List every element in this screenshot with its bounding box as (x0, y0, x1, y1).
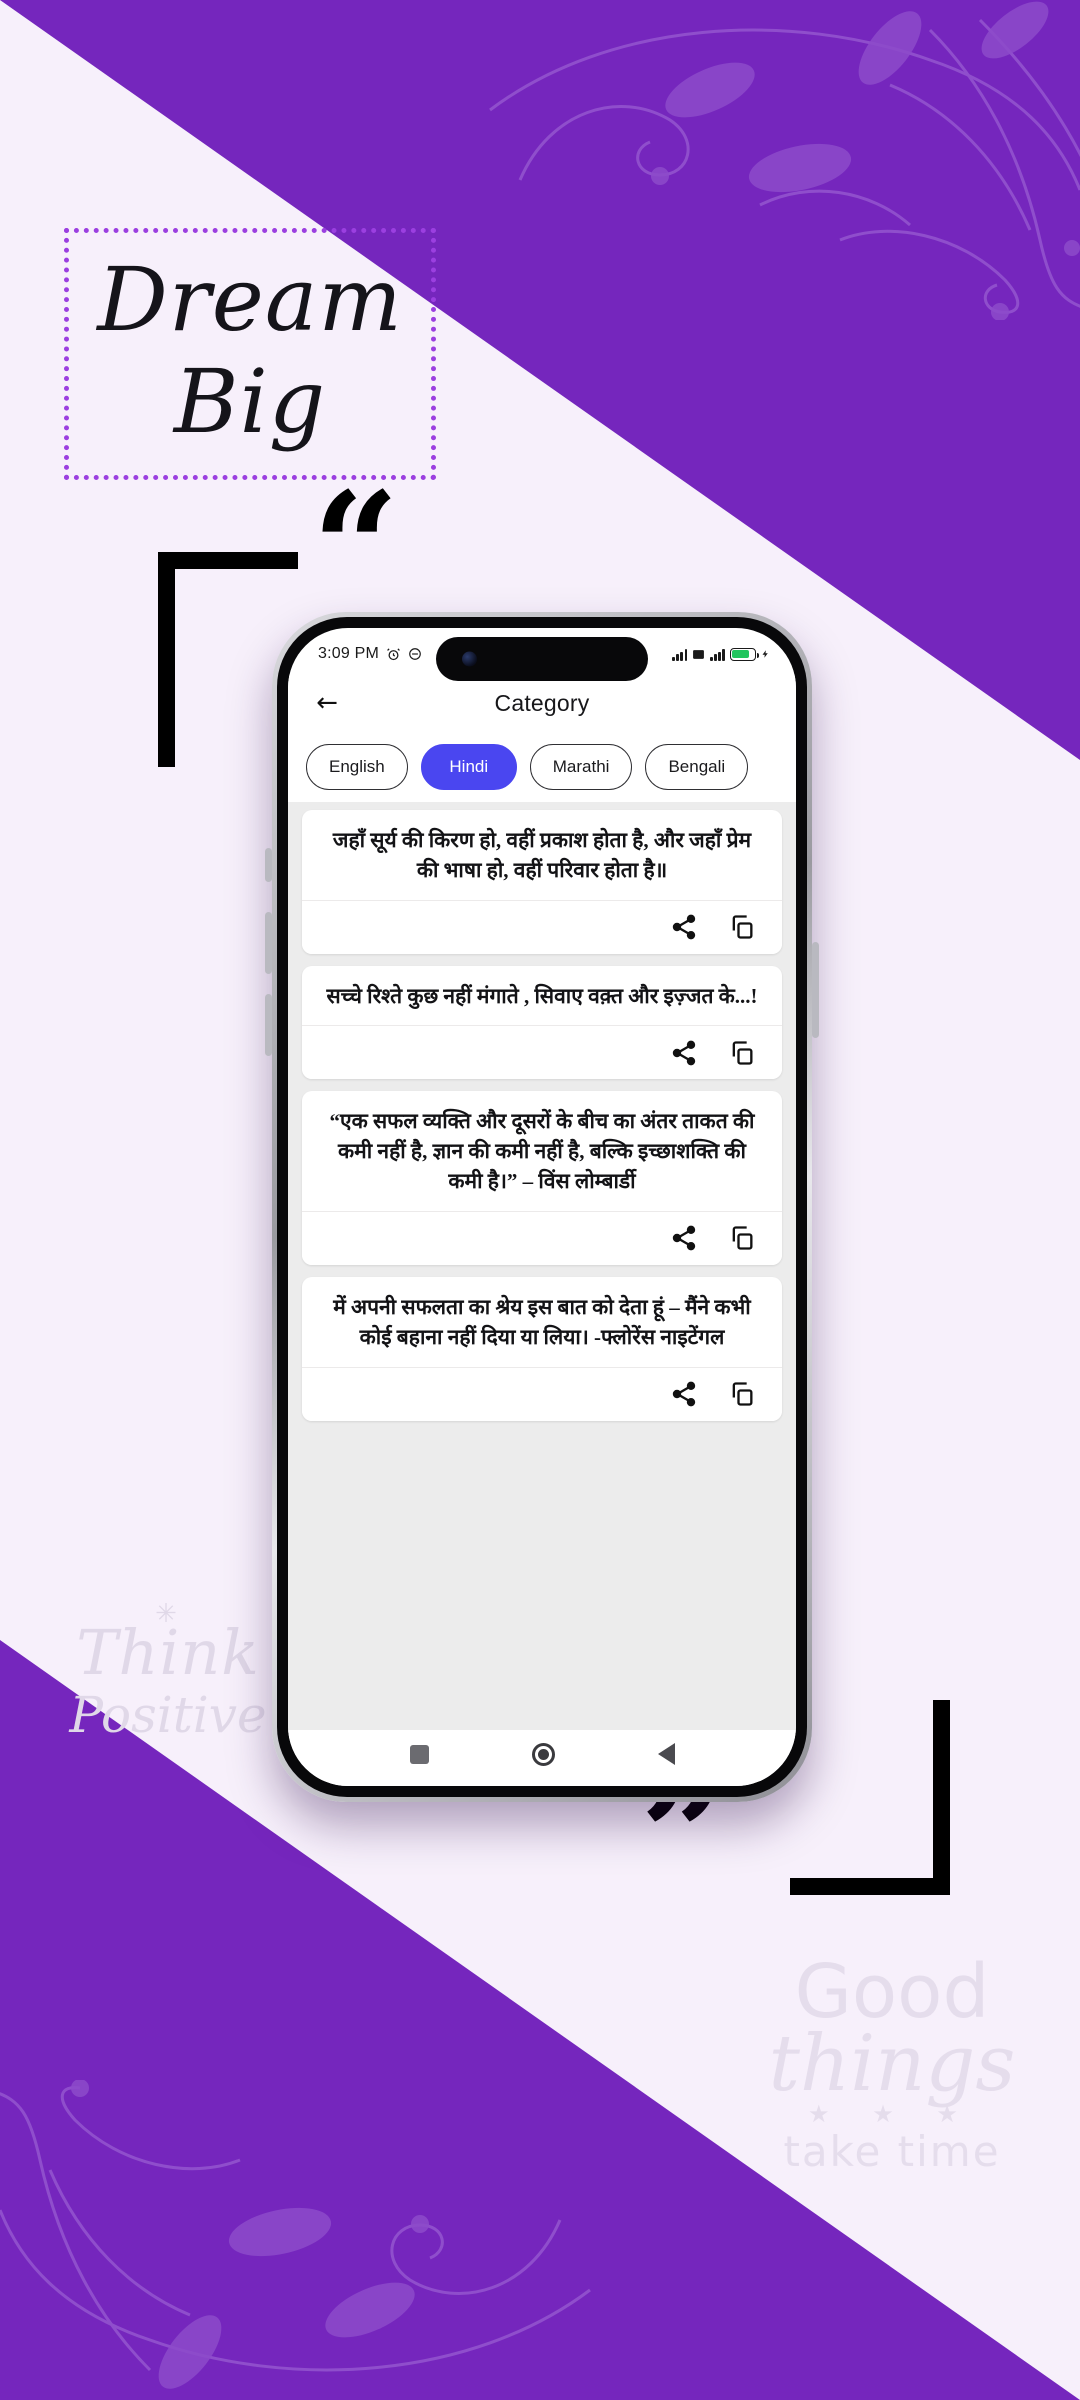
back-triangle-icon[interactable] (657, 1743, 675, 1765)
tab-hindi[interactable]: Hindi (420, 744, 517, 790)
status-bar-left: 3:09 PM (318, 645, 422, 663)
phone-volume-up-button[interactable] (265, 912, 272, 974)
quote-mark-open: “ (312, 458, 400, 637)
quote-text: में अपनी सफलता का श्रेय इस बात को देता ह… (333, 1294, 751, 1349)
share-icon[interactable] (670, 1039, 698, 1067)
headline-line-1: Dream (97, 247, 403, 351)
status-bar-right (672, 647, 770, 661)
phone-bezel: 3:09 PM ← Category English Hindi Marathi… (277, 617, 807, 1797)
copy-icon[interactable] (728, 1224, 756, 1252)
copy-icon[interactable] (728, 1380, 756, 1408)
quote-card: सच्चे रिश्ते कुछ नहीं मंगाते , सिवाए वक़… (302, 965, 782, 1080)
quote-text: जहाँ सूर्य की किरण हो, वहीं प्रकाश होता … (332, 828, 752, 882)
back-arrow-icon[interactable]: ← (310, 686, 344, 720)
quote-mark-close: ” (640, 1746, 728, 1925)
quote-card: जहाँ सूर्य की किरण हो, वहीं प्रकाश होता … (302, 810, 782, 954)
phone-screen: 3:09 PM ← Category English Hindi Marathi… (288, 628, 796, 1786)
tab-english[interactable]: English (306, 744, 408, 790)
watermark-rays: ✳ (155, 1598, 181, 1628)
recents-square-icon[interactable] (409, 1744, 429, 1764)
headline-line-2: Big (173, 350, 327, 453)
copy-icon[interactable] (728, 913, 756, 941)
tab-marathi[interactable]: Marathi (529, 744, 633, 790)
phone-power-button[interactable] (812, 942, 819, 1038)
charging-bolt-icon (761, 647, 770, 661)
copy-icon[interactable] (728, 1039, 756, 1067)
page-title: Category (494, 689, 590, 716)
watermark-good-things: Good things ★ ★ ★ take time (742, 1955, 1042, 2173)
watermark-think-line1: Think (76, 1616, 260, 1689)
alarm-icon (386, 647, 401, 662)
quote-actions (302, 1366, 782, 1421)
signal-bars-icon (672, 648, 688, 661)
quote-card: “एक सफल व्यक्ति और दूसरों के बीच का अंतर… (302, 1091, 782, 1265)
home-circle-icon[interactable] (531, 1742, 555, 1766)
phone-mockup: 3:09 PM ← Category English Hindi Marathi… (265, 612, 819, 1802)
watermark-good-line1: Good (794, 1949, 990, 2035)
tab-bengali[interactable]: Bengali (645, 744, 749, 790)
watermark-good-line3: take time (783, 2127, 1001, 2176)
quote-actions (302, 1025, 782, 1080)
quote-text: सच्चे रिश्ते कुछ नहीं मंगाते , सिवाए वक़… (326, 983, 758, 1008)
quote-actions (302, 899, 782, 954)
phone-mute-switch[interactable] (265, 848, 272, 882)
battery-icon (730, 647, 760, 661)
share-icon[interactable] (670, 913, 698, 941)
watermark-good-line2: things (768, 2019, 1016, 2109)
phone-volume-down-button[interactable] (265, 994, 272, 1056)
do-not-disturb-icon (408, 647, 422, 661)
watermark-stars: ★ ★ ★ (808, 2101, 976, 2128)
quote-text: “एक सफल व्यक्ति और दूसरों के बीच का अंतर… (329, 1109, 755, 1194)
bracket-bottom-right (790, 1700, 950, 1895)
app-bar: ← Category (288, 674, 796, 732)
quote-list[interactable]: जहाँ सूर्य की किरण हो, वहीं प्रकाश होता … (288, 802, 796, 1730)
quote-card: में अपनी सफलता का श्रेय इस बात को देता ह… (302, 1276, 782, 1421)
headline-box: Dream Big (64, 228, 436, 480)
poster-canvas: Dream Big “ ” ✳ Think Positive Good thin… (0, 0, 1080, 2400)
share-icon[interactable] (670, 1380, 698, 1408)
status-time: 3:09 PM (318, 645, 379, 662)
signal-bars-secondary-icon (710, 648, 725, 661)
language-tab-bar[interactable]: English Hindi Marathi Bengali (288, 732, 796, 802)
quote-actions (302, 1210, 782, 1265)
status-bar: 3:09 PM (288, 628, 796, 674)
share-icon[interactable] (670, 1224, 698, 1252)
android-nav-bar[interactable] (288, 1730, 796, 1786)
vpn-icon (692, 648, 705, 661)
